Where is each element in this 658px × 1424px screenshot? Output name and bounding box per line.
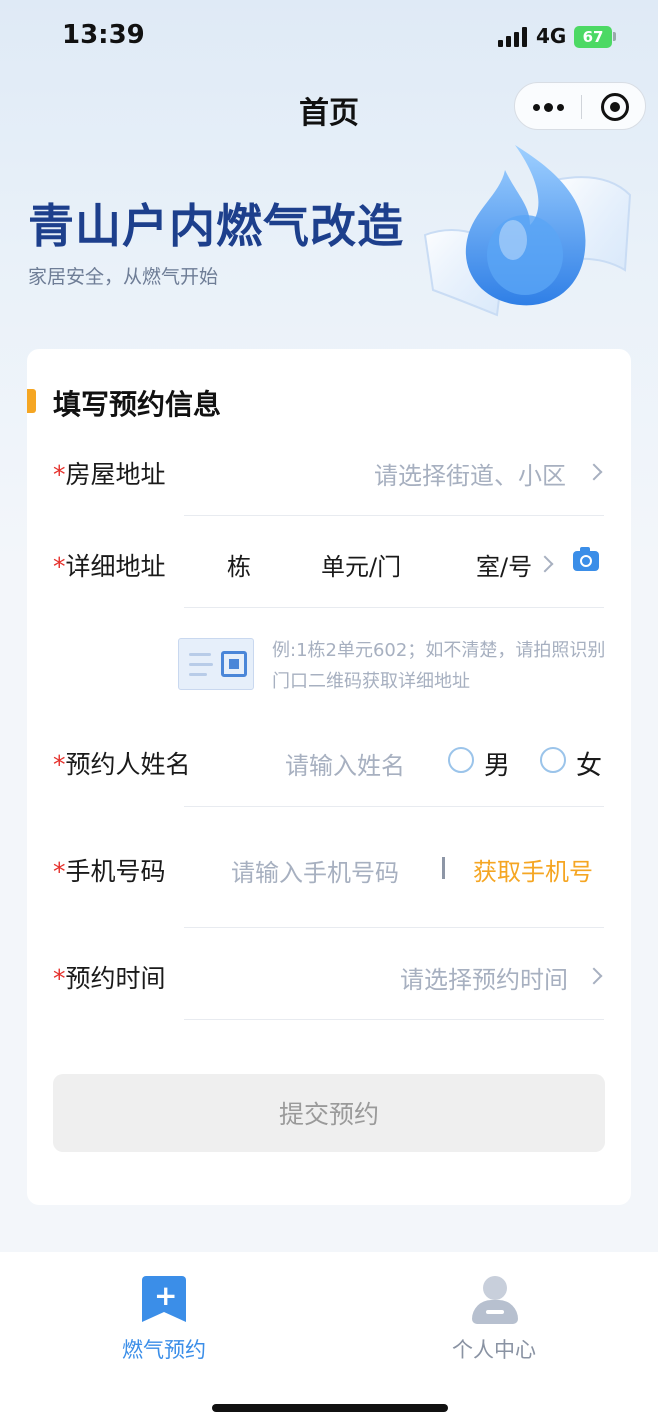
divider	[184, 607, 604, 608]
address-label-text: 房屋地址	[65, 460, 166, 489]
male-label: 男	[484, 751, 511, 781]
address-select[interactable]: 请选择街道、小区	[374, 456, 566, 491]
required-mark: *	[53, 460, 66, 489]
home-indicator	[212, 1404, 448, 1412]
booking-form-card: 填写预约信息 *房屋地址 请选择街道、小区 *详细地址 栋 单元/门 室/号 例…	[27, 349, 631, 1205]
network-type: 4G	[536, 24, 567, 48]
close-target-icon[interactable]	[601, 93, 629, 121]
room-field[interactable]: 室/号	[476, 547, 532, 582]
required-mark: *	[53, 552, 66, 581]
tab-bar: + 燃气预约 个人中心	[0, 1252, 658, 1424]
tab-gas-booking[interactable]: + 燃气预约	[64, 1252, 264, 1362]
divider	[184, 1019, 604, 1020]
phone-label: *手机号码	[53, 852, 166, 888]
qr-code-icon	[221, 651, 247, 677]
female-label: 女	[576, 751, 603, 781]
section-accent-bar	[27, 389, 36, 413]
tab-label: 燃气预约	[122, 1338, 206, 1362]
hero-subtitle: 家居安全，从燃气开始	[28, 266, 219, 288]
gas-flame-illustration	[423, 145, 632, 317]
required-mark: *	[53, 750, 66, 779]
status-bar: 13:39 4G 67	[0, 0, 658, 76]
time-label-text: 预约时间	[65, 964, 166, 993]
camera-icon[interactable]	[573, 547, 599, 571]
book-plus-icon: +	[142, 1276, 186, 1322]
section-title: 填写预约信息	[53, 388, 222, 421]
required-mark: *	[53, 964, 66, 993]
time-select[interactable]: 请选择预约时间	[400, 960, 568, 995]
tab-personal-center[interactable]: 个人中心	[394, 1252, 594, 1362]
radio-male[interactable]	[448, 747, 474, 773]
status-time: 13:39	[62, 20, 145, 50]
hero-title: 青山户内燃气改造	[28, 199, 404, 253]
radio-female[interactable]	[540, 747, 566, 773]
chevron-right-icon	[536, 555, 554, 573]
battery-icon: 67	[574, 26, 612, 48]
chevron-right-icon	[585, 463, 603, 481]
submit-button[interactable]: 提交预约	[53, 1074, 605, 1152]
phone-label-text: 手机号码	[65, 857, 166, 886]
signal-icon	[498, 27, 528, 47]
address-hint: 例:1栋2单元602；如不清楚，请拍照识别门口二维码获取详细地址	[272, 640, 606, 692]
detail-label-text: 详细地址	[65, 552, 166, 581]
tab-label: 个人中心	[452, 1338, 536, 1362]
divider	[184, 927, 604, 928]
divider	[184, 806, 604, 807]
qr-scan-illustration	[178, 638, 254, 690]
name-input[interactable]: 请输入姓名	[285, 746, 405, 781]
phone-separator	[442, 857, 445, 879]
capsule-divider	[581, 95, 582, 119]
chevron-right-icon	[585, 967, 603, 985]
phone-input[interactable]: 请输入手机号码	[231, 853, 399, 888]
name-label-text: 预约人姓名	[65, 750, 191, 779]
person-icon	[472, 1276, 518, 1324]
battery-tip	[613, 32, 616, 41]
mini-program-capsule	[514, 82, 646, 130]
address-label: *房屋地址	[53, 455, 166, 491]
required-mark: *	[53, 857, 66, 886]
divider	[184, 515, 604, 516]
building-field[interactable]: 栋	[227, 547, 251, 582]
detail-address-label: *详细地址	[53, 547, 166, 583]
more-icon[interactable]	[533, 94, 569, 118]
time-label: *预约时间	[53, 959, 166, 995]
name-label: *预约人姓名	[53, 745, 191, 781]
get-phone-button[interactable]: 获取手机号	[473, 852, 593, 887]
unit-field[interactable]: 单元/门	[321, 547, 401, 582]
